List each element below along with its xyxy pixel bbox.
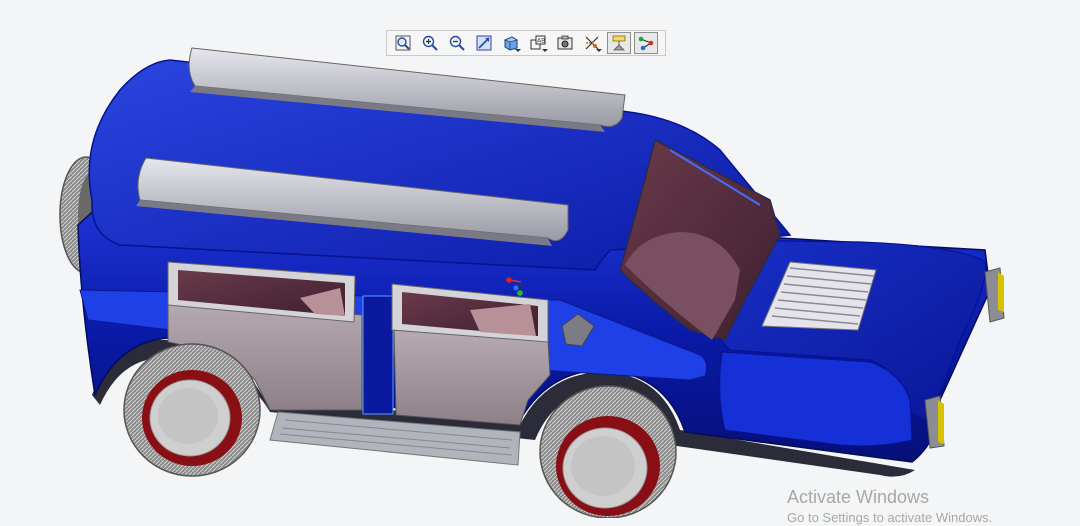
front-wheel bbox=[539, 385, 677, 518]
repaint-icon bbox=[476, 35, 492, 51]
view-toolbar: AB bbox=[386, 30, 666, 56]
activate-windows-subtitle: Go to Settings to activate Windows. bbox=[787, 510, 993, 525]
annotation-display-icon bbox=[612, 35, 626, 51]
view-manager-button[interactable] bbox=[553, 32, 577, 54]
datum-display-button[interactable] bbox=[580, 32, 604, 54]
saved-orientations-button[interactable]: AB bbox=[526, 32, 550, 54]
activate-windows-title: Activate Windows bbox=[787, 487, 930, 507]
zoom-in-button[interactable] bbox=[418, 32, 442, 54]
chevron-down-icon bbox=[596, 49, 602, 52]
activate-windows-watermark: Activate Windows Go to Settings to activ… bbox=[787, 486, 1080, 526]
zoom-fit-icon bbox=[395, 35, 411, 51]
zoom-out-icon bbox=[449, 35, 465, 51]
vehicle-model[interactable] bbox=[0, 0, 1080, 518]
chevron-down-icon bbox=[542, 49, 548, 52]
rear-lamp-top bbox=[984, 267, 1005, 323]
door-pillar bbox=[362, 295, 394, 415]
zoom-out-button[interactable] bbox=[445, 32, 469, 54]
display-style-button[interactable] bbox=[499, 32, 523, 54]
spin-center-icon bbox=[638, 36, 654, 51]
annotation-display-button[interactable] bbox=[607, 32, 631, 54]
zoom-in-icon bbox=[422, 35, 438, 51]
graphics-viewport[interactable] bbox=[0, 0, 1080, 518]
rear-wheel bbox=[123, 343, 261, 477]
spin-center-button[interactable] bbox=[634, 32, 658, 54]
svg-text:AB: AB bbox=[537, 38, 545, 45]
repaint-button[interactable] bbox=[472, 32, 496, 54]
chevron-down-icon bbox=[515, 49, 521, 52]
zoom-fit-button[interactable] bbox=[391, 32, 415, 54]
view-manager-icon bbox=[557, 35, 573, 50]
